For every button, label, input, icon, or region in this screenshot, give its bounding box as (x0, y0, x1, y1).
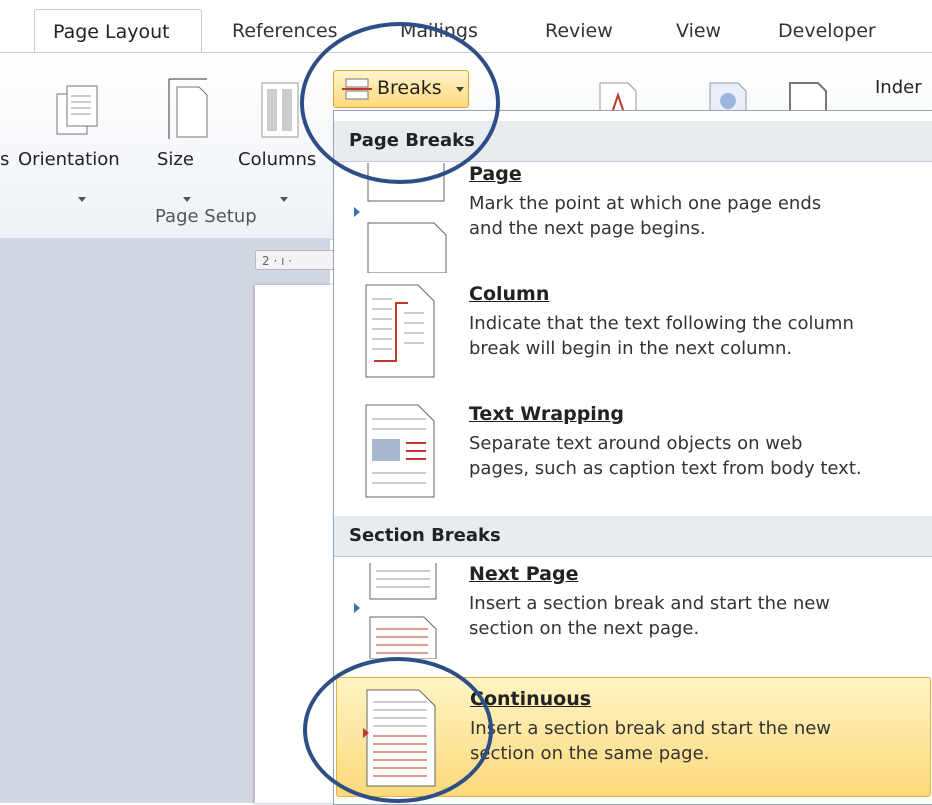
section-breaks-header: Section Breaks (334, 516, 932, 557)
menu-item-title: Column (469, 283, 550, 305)
size-icon (168, 78, 208, 139)
tab-review[interactable]: Review (545, 20, 613, 42)
menu-item-column[interactable]: Column Indicate that the text following … (334, 283, 932, 403)
chevron-down-icon (280, 197, 288, 202)
tab-references[interactable]: References (232, 20, 338, 42)
orientation-label: Orientation (18, 149, 120, 170)
menu-item-title: Page (469, 163, 522, 185)
menu-item-title: Text Wrapping (469, 403, 624, 425)
menu-item-desc: break will begin in the next column. (469, 338, 793, 359)
tab-developer[interactable]: Developer (778, 20, 876, 42)
next-page-icon (354, 563, 437, 659)
menu-item-next-page[interactable]: Next Page Insert a section break and sta… (334, 563, 932, 673)
orientation-icon (56, 85, 98, 135)
menu-item-desc: section on the same page. (470, 743, 710, 764)
page-setup-group-label: Page Setup (155, 206, 257, 227)
menu-item-desc: pages, such as caption text from body te… (469, 458, 862, 479)
annotation-circle-breaks (300, 22, 500, 184)
tab-label: Page Layout (53, 21, 170, 43)
chevron-down-icon (183, 197, 191, 202)
text-wrapping-icon (365, 404, 435, 498)
section-breaks-header-label: Section Breaks (349, 525, 501, 546)
chevron-down-icon (78, 197, 86, 202)
cut-label: s (0, 149, 10, 170)
menu-item-desc: Mark the point at which one page ends (469, 193, 822, 214)
size-button[interactable]: Size (155, 77, 215, 207)
menu-item-title: Next Page (469, 563, 579, 585)
menu-item-desc: Insert a section break and start the new (470, 718, 832, 739)
menu-item-desc: and the next page begins. (469, 218, 706, 239)
menu-item-desc: Separate text around objects on web (469, 433, 803, 454)
menu-item-desc: Indicate that the text following the col… (469, 313, 854, 334)
indent-label: Inder (875, 77, 922, 98)
size-label: Size (157, 149, 194, 170)
columns-label: Columns (238, 149, 317, 170)
tab-page-layout[interactable]: Page Layout (34, 9, 202, 55)
columns-icon (261, 82, 299, 138)
menu-item-desc: Insert a section break and start the new (469, 593, 831, 614)
orientation-button[interactable]: Orientation (18, 77, 138, 207)
ruler[interactable]: 2 · ı · (255, 250, 335, 270)
menu-item-text-wrapping[interactable]: Text Wrapping Separate text around objec… (334, 403, 932, 513)
annotation-circle-continuous (303, 657, 493, 803)
menu-item-desc: section on the next page. (469, 618, 700, 639)
tab-view[interactable]: View (676, 20, 721, 42)
column-break-icon (365, 284, 435, 378)
